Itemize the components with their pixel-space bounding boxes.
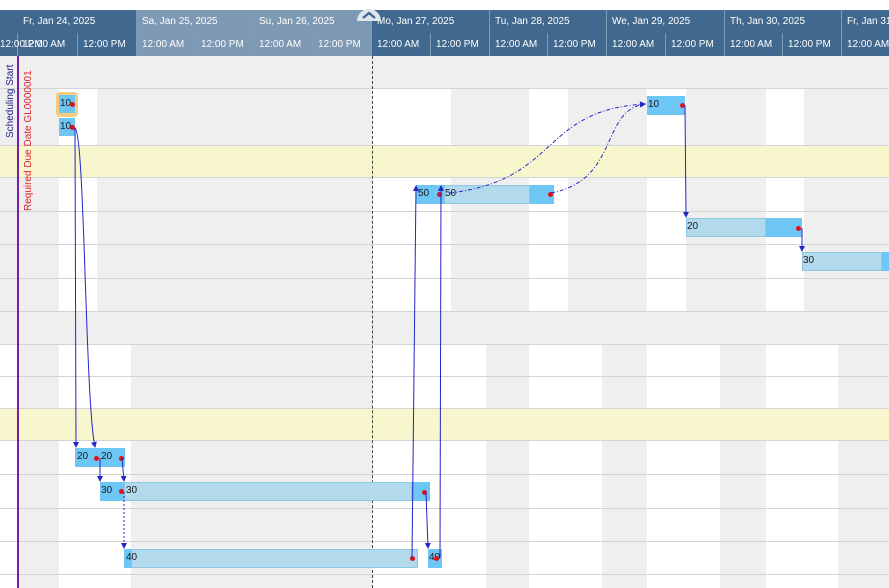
dependency-links <box>72 101 805 559</box>
gantt-chart[interactable]: Fr, Jan 24, 2025 Sa, Jan 25, 2025 Su, Ja… <box>0 0 889 588</box>
